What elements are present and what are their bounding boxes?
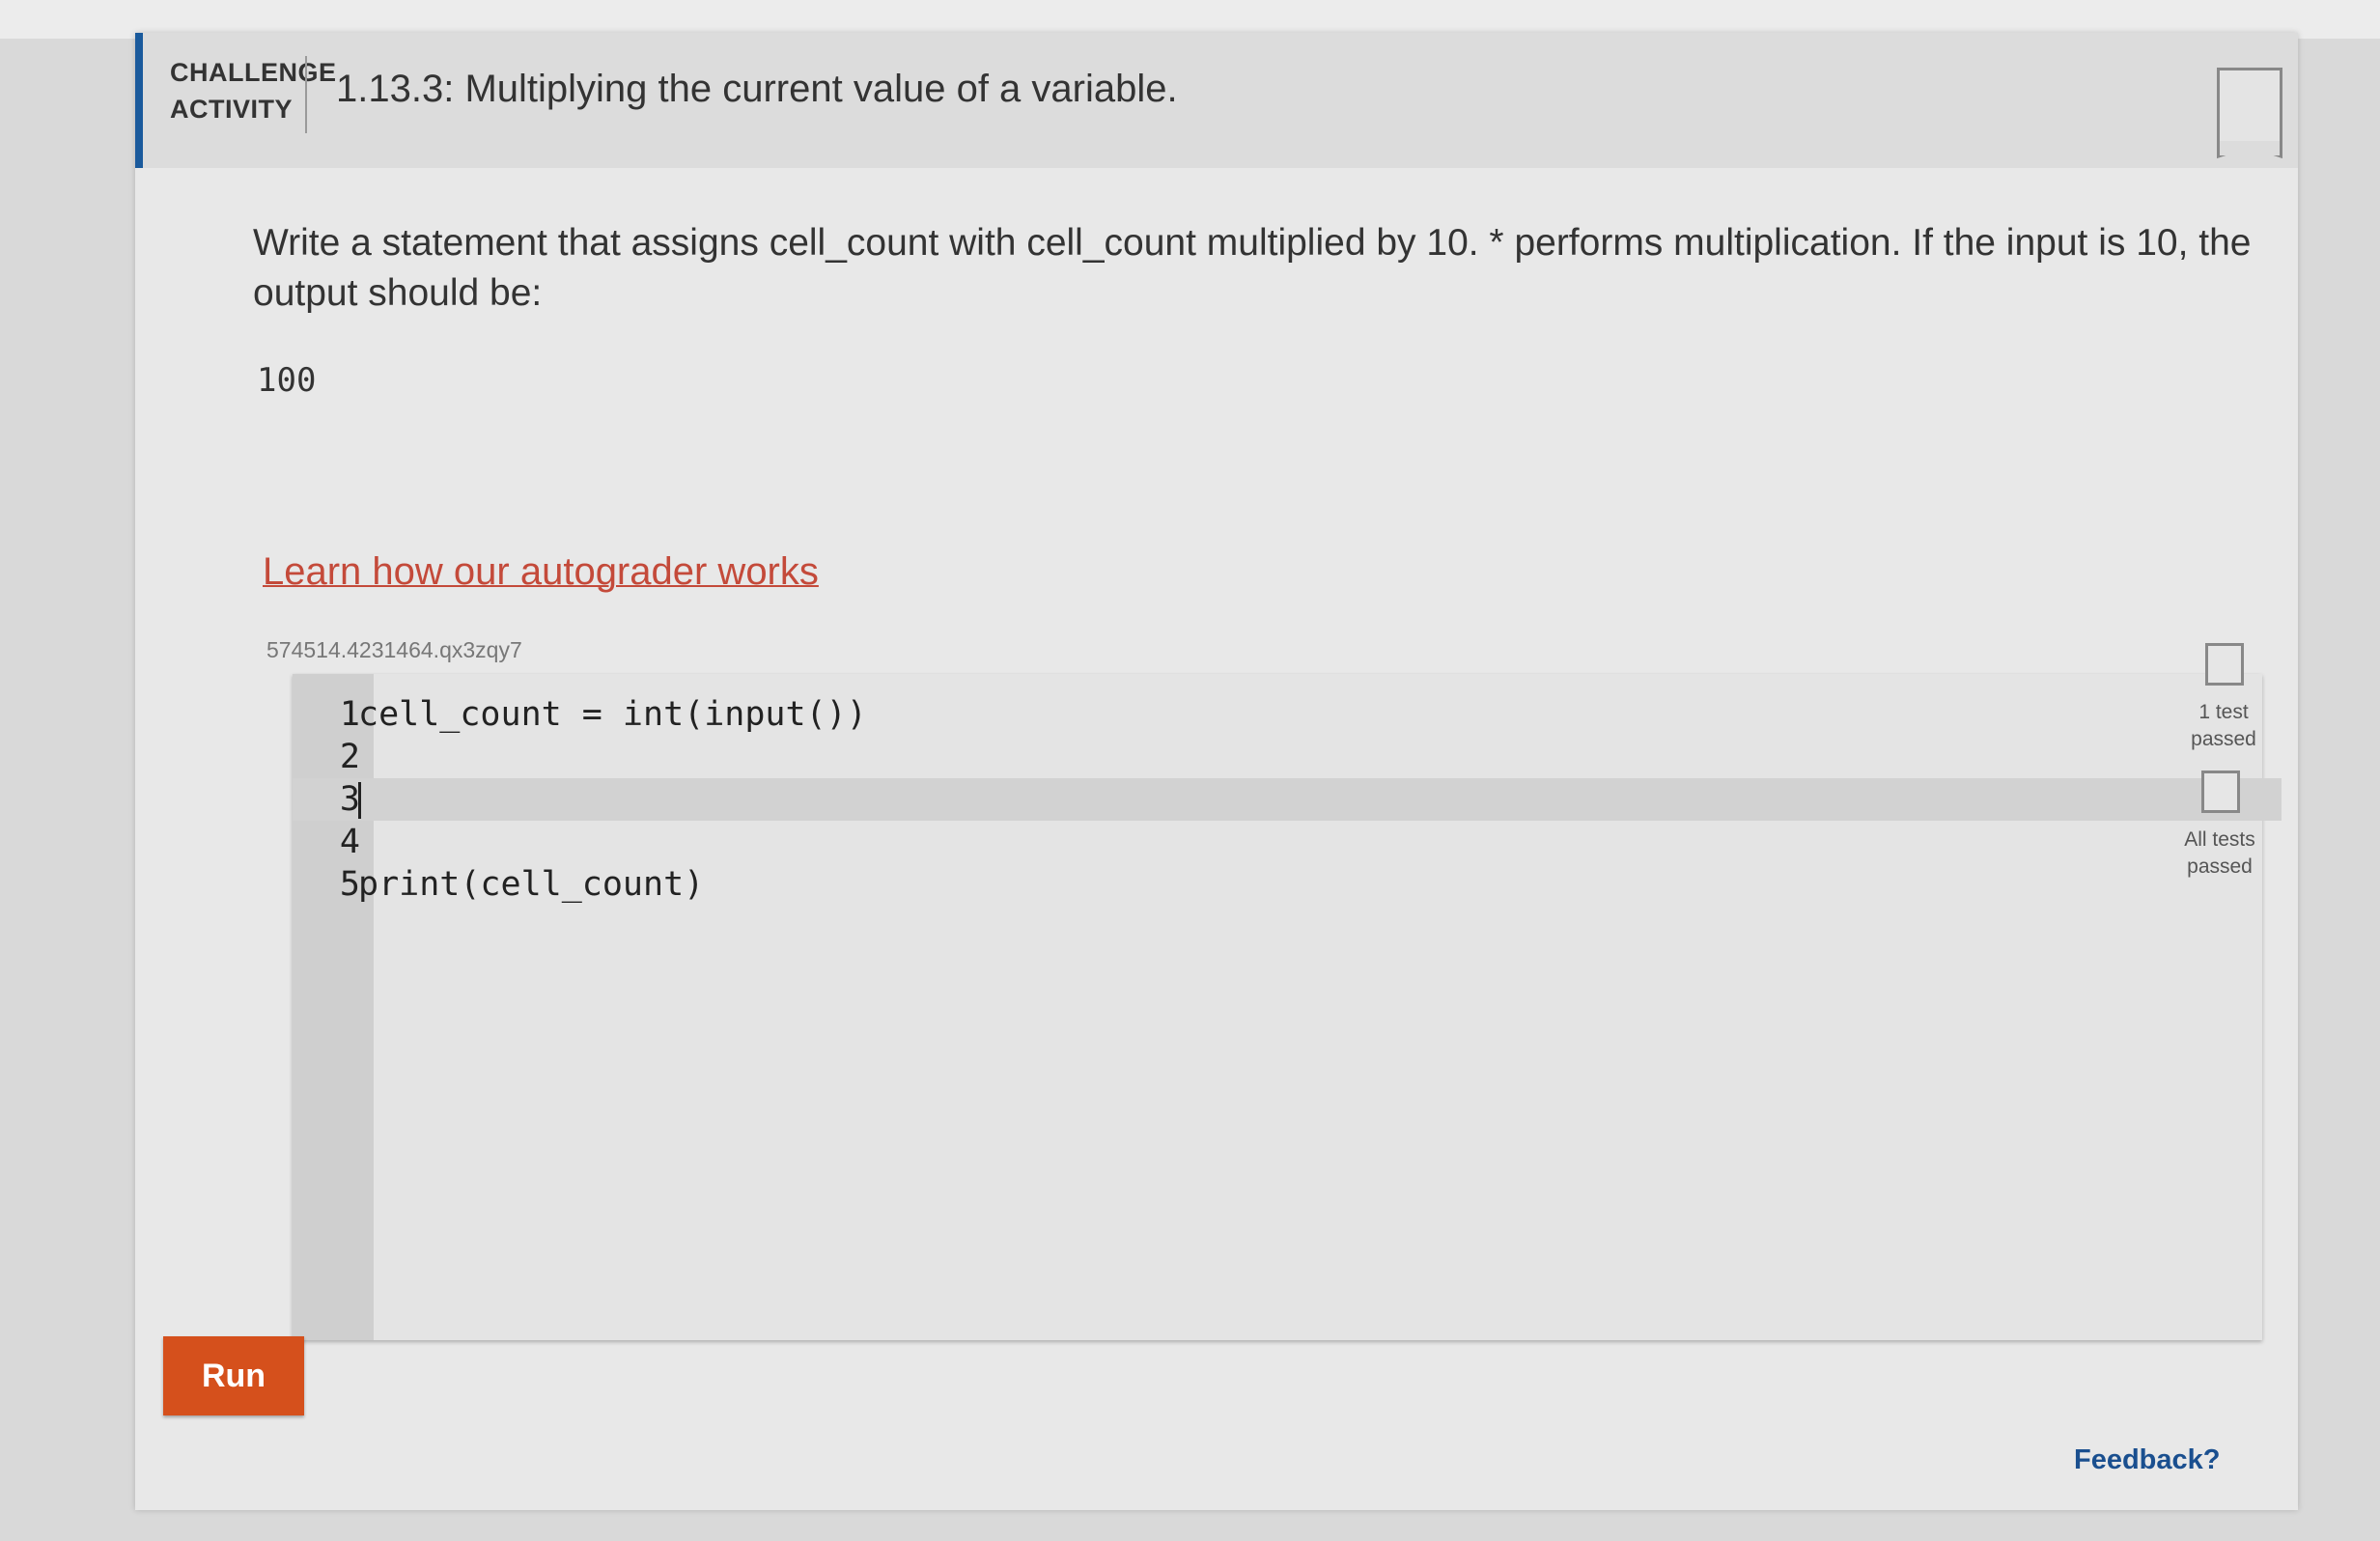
- code-line[interactable]: 1 cell_count = int(input()): [293, 693, 2282, 736]
- line-number: 1: [339, 695, 360, 734]
- activity-title: 1.13.3: Multiplying the current value of…: [336, 68, 1178, 110]
- feedback-link[interactable]: Feedback?: [2074, 1444, 2221, 1476]
- all-tests-label-line2: passed: [2187, 855, 2253, 878]
- expected-output: 100: [257, 361, 317, 400]
- line-number: 2: [339, 738, 360, 776]
- prompt-text: Write a statement that assigns cell_coun…: [253, 222, 2252, 314]
- activity-kind-label: CHALLENGE ACTIVITY: [170, 54, 337, 127]
- run-button[interactable]: Run: [163, 1336, 304, 1415]
- code-text[interactable]: [358, 778, 361, 821]
- all-tests-label-line1: All tests: [2184, 828, 2255, 851]
- line-number: 4: [339, 823, 360, 861]
- code-editor[interactable]: 1 cell_count = int(input()) 2 3 4 5 prin…: [293, 674, 2282, 1340]
- one-test-status-icon: [2205, 643, 2244, 686]
- code-id: 574514.4231464.qx3zqy7: [266, 637, 522, 662]
- activity-kind-line1: CHALLENGE: [170, 58, 337, 87]
- all-tests-label: All tests passed: [2176, 827, 2263, 881]
- code-line[interactable]: 4: [293, 821, 2282, 863]
- one-test-label: 1 test passed: [2180, 699, 2267, 753]
- code-text[interactable]: cell_count = int(input()): [358, 693, 867, 736]
- line-number: 3: [339, 780, 360, 819]
- text-cursor: [358, 782, 361, 819]
- code-line[interactable]: 5 print(cell_count): [293, 863, 2282, 906]
- one-test-label-line1: 1 test: [2198, 701, 2249, 723]
- activity-kind-line2: ACTIVITY: [170, 95, 294, 124]
- header-divider: [305, 56, 307, 133]
- activity-header: CHALLENGE ACTIVITY 1.13.3: Multiplying t…: [135, 33, 2298, 168]
- code-text[interactable]: print(cell_count): [358, 863, 704, 906]
- autograder-link[interactable]: Learn how our autograder works: [263, 550, 819, 594]
- challenge-activity-card: CHALLENGE ACTIVITY 1.13.3: Multiplying t…: [135, 33, 2298, 1510]
- all-tests-status-icon: [2201, 770, 2240, 813]
- completion-badge-icon: [2217, 68, 2282, 141]
- code-line-active[interactable]: 3: [293, 778, 2282, 821]
- one-test-label-line2: passed: [2191, 728, 2256, 750]
- code-line[interactable]: 2: [293, 736, 2282, 778]
- line-number: 5: [339, 865, 360, 904]
